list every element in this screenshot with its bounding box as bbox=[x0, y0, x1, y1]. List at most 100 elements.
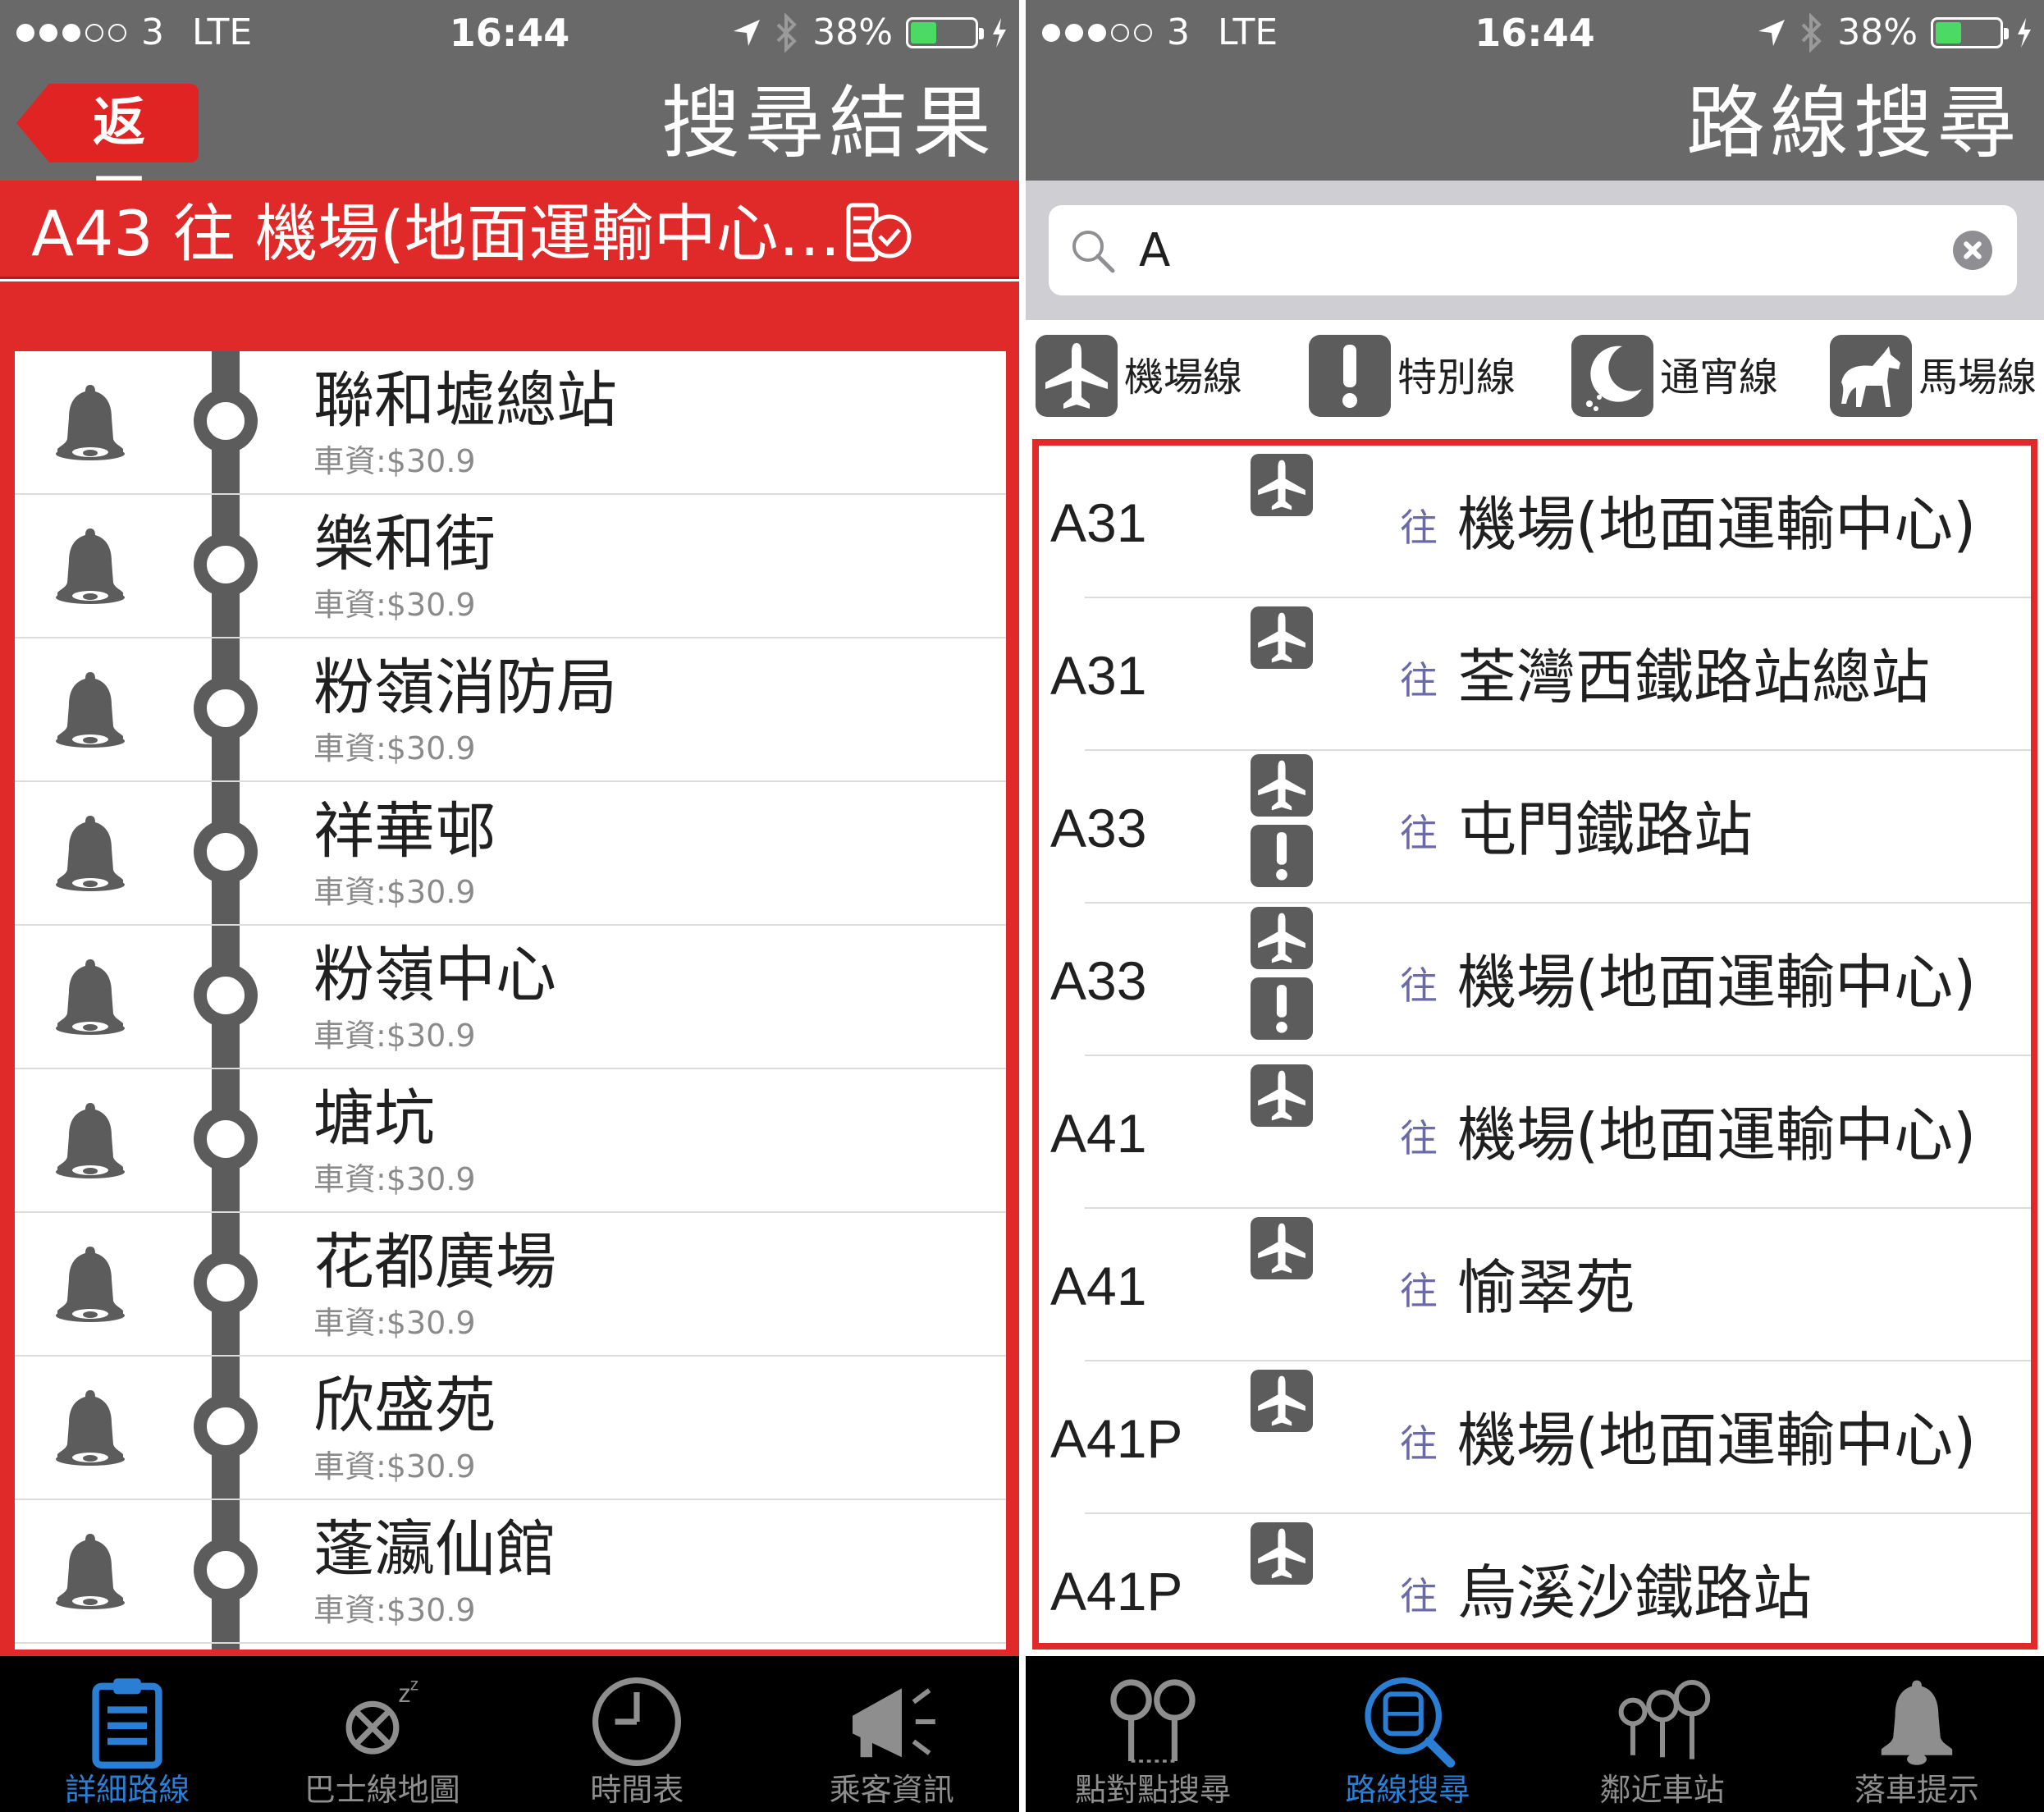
alight-alert-bell-icon[interactable] bbox=[49, 665, 131, 755]
search-results-list[interactable]: A31 往 機場(地面運輸中心) A31 往 荃灣西鐵路站總站 A33 往 屯門… bbox=[1032, 439, 2037, 1650]
map-pin-icon: zz bbox=[345, 1674, 418, 1755]
route-header: A43 往 機場(地面運輸中心… bbox=[0, 181, 1019, 279]
route-result-row[interactable]: A41P 往 烏溪沙鐵路站 bbox=[1039, 1514, 2031, 1643]
tab-clock[interactable]: 時間表 bbox=[510, 1656, 765, 1812]
alight-alert-bell-icon[interactable] bbox=[49, 1096, 131, 1186]
stop-row[interactable]: 粉嶺中心 車資:$30.9 bbox=[15, 926, 1006, 1069]
stop-name: 花都廣場 bbox=[313, 1227, 556, 1297]
horse-icon bbox=[1830, 335, 1912, 417]
route-type-filters: 機場線 特別線 通宵線 馬場線 bbox=[1026, 320, 2044, 431]
direction-to-label: 往 bbox=[1400, 1269, 1438, 1313]
stop-row[interactable]: 粉嶺消防局 車資:$30.9 bbox=[15, 638, 1006, 782]
clear-search-button[interactable] bbox=[1953, 231, 1992, 270]
route-result-row[interactable]: A41P 往 機場(地面運輸中心) bbox=[1039, 1361, 2031, 1514]
stop-row[interactable]: 蓬瀛仙館 車資:$30.9 bbox=[15, 1500, 1006, 1644]
clock-icon bbox=[592, 1677, 682, 1766]
route-result-row[interactable]: A33 往 機場(地面運輸中心) bbox=[1039, 904, 2031, 1056]
direction-to-label: 往 bbox=[1400, 506, 1438, 550]
route-number: A31 bbox=[1050, 492, 1147, 553]
route-detail-screen: 3 LTE 16:44 38% 返回 搜尋結果 A43 往 機場(地面運輸中心… bbox=[0, 0, 1019, 1812]
stop-node-icon bbox=[194, 1251, 258, 1315]
stop-row[interactable]: 祥華邨 車資:$30.9 bbox=[15, 782, 1006, 926]
exclamation-icon bbox=[1251, 977, 1313, 1040]
stop-node-icon bbox=[194, 1107, 258, 1171]
tab-clipboard-list[interactable]: 詳細路線 bbox=[0, 1656, 255, 1812]
status-bar: 3 LTE 16:44 38% bbox=[1026, 0, 2044, 66]
stop-row[interactable]: 塘坑 車資:$30.9 bbox=[15, 1069, 1006, 1213]
alight-alert-bell-icon[interactable] bbox=[49, 521, 131, 611]
charging-bolt-icon bbox=[2018, 18, 2031, 48]
nav-bar: 返回 搜尋結果 bbox=[0, 66, 1019, 232]
clipboard-list-icon bbox=[92, 1678, 162, 1769]
route-badges bbox=[1251, 606, 1313, 677]
alight-alert-bell-icon[interactable] bbox=[49, 1383, 131, 1473]
route-result-row[interactable]: A33 往 屯門鐵路站 bbox=[1039, 751, 2031, 904]
stops-list[interactable]: 聯和墟總站 車資:$30.9 樂和街 車資:$30.9 粉嶺消防局 車資:$30… bbox=[15, 351, 1006, 1650]
stop-row[interactable]: 花都廣場 車資:$30.9 bbox=[15, 1213, 1006, 1357]
bus-search-icon bbox=[1365, 1677, 1456, 1768]
route-destination: 烏溪沙鐵路站 bbox=[1457, 1558, 1813, 1627]
route-result-row[interactable]: A31 往 機場(地面運輸中心) bbox=[1039, 446, 2031, 598]
tab-label: 時間表 bbox=[590, 1772, 684, 1808]
route-badges bbox=[1251, 454, 1313, 524]
stop-row[interactable]: 樂和街 車資:$30.9 bbox=[15, 495, 1006, 638]
stop-fare: 車資:$30.9 bbox=[313, 443, 476, 479]
alight-alert-bell-icon[interactable] bbox=[49, 808, 131, 899]
alight-alert-bell-icon[interactable] bbox=[49, 1239, 131, 1329]
tab-nearby-pins[interactable]: 鄰近車站 bbox=[1535, 1656, 1790, 1812]
tab-label: 點對點搜尋 bbox=[1075, 1772, 1232, 1808]
tab-pins[interactable]: 點對點搜尋 bbox=[1026, 1656, 1280, 1812]
route-search-screen: 3 LTE 16:44 38% 路線搜尋 機場線 特別線 通宵線 馬場線 A31 往 bbox=[1026, 0, 2044, 1812]
direction-to-label: 往 bbox=[1400, 1421, 1438, 1466]
schedule-check-icon[interactable] bbox=[845, 199, 912, 266]
moon-icon bbox=[1571, 335, 1653, 417]
nearby-pins-icon bbox=[1618, 1679, 1710, 1759]
route-badges bbox=[1251, 754, 1313, 895]
airplane-icon bbox=[1251, 907, 1313, 969]
airplane-icon bbox=[1251, 454, 1313, 516]
route-badges bbox=[1251, 1217, 1313, 1288]
airplane-icon bbox=[1251, 1522, 1313, 1585]
stop-row[interactable]: 欣盛苑 車資:$30.9 bbox=[15, 1357, 1006, 1500]
airplane-icon bbox=[1251, 1217, 1313, 1279]
route-number: A33 bbox=[1050, 798, 1147, 858]
bluetooth-icon bbox=[776, 13, 798, 53]
bluetooth-icon bbox=[1801, 13, 1822, 53]
stop-node-icon bbox=[194, 1538, 258, 1602]
exclamation-icon bbox=[1309, 335, 1391, 417]
stop-name: 粉嶺消防局 bbox=[313, 652, 617, 723]
route-number: A33 bbox=[1050, 950, 1147, 1011]
nav-bar: 路線搜尋 bbox=[1026, 66, 2044, 181]
stop-row[interactable]: 聯和墟總站 車資:$30.9 bbox=[15, 351, 1006, 495]
stop-fare: 車資:$30.9 bbox=[313, 1448, 476, 1485]
filter-label: 特別線 bbox=[1397, 355, 1516, 400]
tab-megaphone[interactable]: 乘客資訊 bbox=[765, 1656, 1020, 1812]
pins-icon bbox=[1110, 1679, 1196, 1763]
stop-node-icon bbox=[194, 676, 258, 740]
stop-fare: 車資:$30.9 bbox=[313, 1305, 476, 1341]
alight-alert-bell-icon[interactable] bbox=[49, 952, 131, 1042]
route-badges bbox=[1251, 1370, 1313, 1440]
tab-label: 巴士線地圖 bbox=[304, 1772, 460, 1808]
stop-name: 粉嶺中心 bbox=[313, 940, 556, 1010]
search-icon bbox=[1072, 231, 1115, 273]
route-result-row[interactable]: A41 往 愉翠苑 bbox=[1039, 1209, 2031, 1361]
bell-icon bbox=[1881, 1680, 1953, 1765]
tab-bell[interactable]: 落車提示 bbox=[1790, 1656, 2044, 1812]
svg-text:z: z bbox=[409, 1674, 418, 1695]
route-result-row[interactable]: A41 往 機場(地面運輸中心) bbox=[1039, 1056, 2031, 1209]
search-input[interactable] bbox=[1139, 217, 1918, 284]
alight-alert-bell-icon[interactable] bbox=[49, 378, 131, 468]
back-button[interactable]: 返回 bbox=[16, 84, 199, 232]
route-result-row[interactable]: A31 往 荃灣西鐵路站總站 bbox=[1039, 598, 2031, 751]
tab-map-pin[interactable]: z z 巴士線地圖 bbox=[255, 1656, 510, 1812]
filter-label: 通宵線 bbox=[1660, 355, 1779, 400]
tab-bus-search[interactable]: 路線搜尋 bbox=[1280, 1656, 1534, 1812]
stop-fare: 車資:$30.9 bbox=[313, 1018, 476, 1054]
airplane-icon bbox=[1251, 1370, 1313, 1432]
svg-text:z: z bbox=[398, 1679, 411, 1708]
stop-name: 樂和街 bbox=[313, 509, 496, 579]
alight-alert-bell-icon[interactable] bbox=[49, 1526, 131, 1617]
stop-fare: 車資:$30.9 bbox=[313, 874, 476, 910]
location-arrow-icon bbox=[734, 20, 761, 46]
